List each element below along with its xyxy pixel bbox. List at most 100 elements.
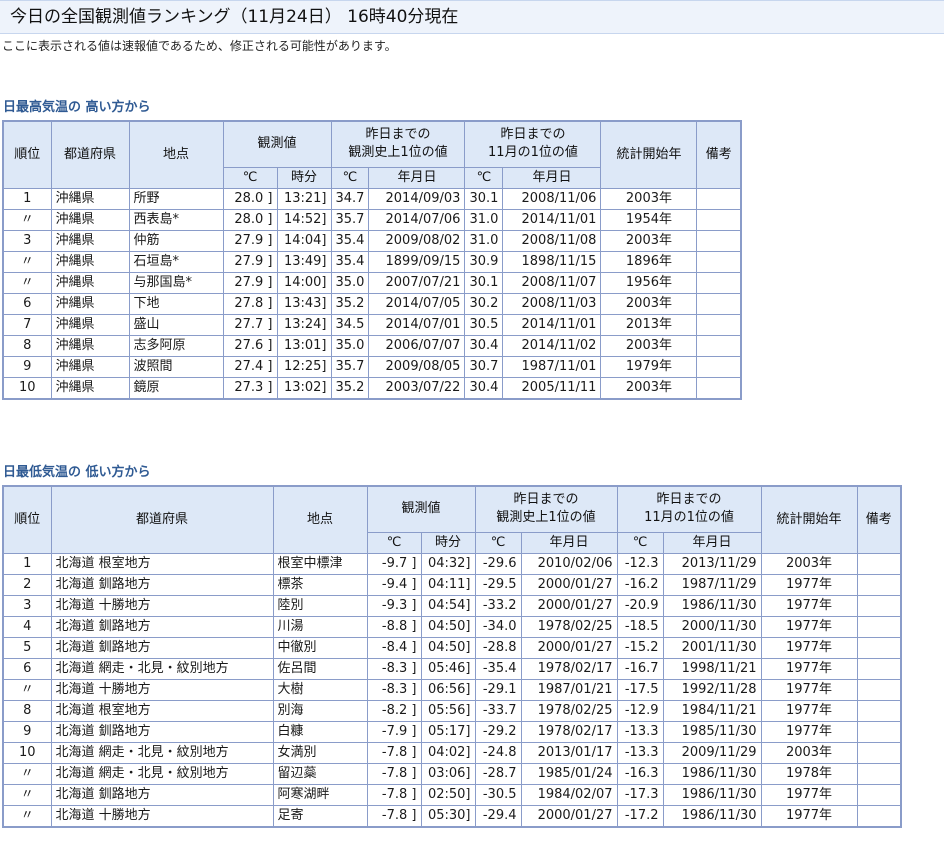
month-date-cell: 1998/11/21 <box>662 657 762 680</box>
obs-value-cell: 27.3 ] <box>222 376 278 399</box>
col-obs-header: 観測値 <box>366 485 476 533</box>
pref-cell: 北海道 網走・北見・紋別地方 <box>50 762 274 785</box>
table-row: 7 沖縄県 盛山 27.7 ] 13:24] 34.5 2014/07/01 30.5 2014… <box>2 313 742 336</box>
note-cell <box>856 636 902 659</box>
note-cell <box>696 355 742 378</box>
start-year-cell: 2003年 <box>600 187 698 210</box>
sub-celsius-header: ℃ <box>366 531 422 554</box>
rank-cell: 9 <box>2 720 52 743</box>
rank-cell: 8 <box>2 334 52 357</box>
col-record-header: 昨日までの 観測史上1位の値 <box>330 120 466 168</box>
note-cell <box>856 762 902 785</box>
point-cell: 別海 <box>272 699 368 722</box>
pref-cell: 北海道 十勝地方 <box>50 678 274 701</box>
obs-value-cell: -7.8 ] <box>366 741 422 764</box>
obs-time-cell: 13:01] <box>276 334 332 357</box>
record-date-cell: 2007/07/21 <box>368 271 466 294</box>
rank-cell: 1 <box>2 552 52 575</box>
sub-date-header: 年月日 <box>662 531 762 554</box>
table-row: 8 北海道 根室地方 別海 -8.2 ] 05:56] -33.7 1978/02/25 -1… <box>2 699 902 722</box>
start-year-cell: 1954年 <box>600 208 698 231</box>
table-row: 5 北海道 釧路地方 中徹別 -8.4 ] 04:50] -28.8 2000/01/27-… <box>2 636 902 659</box>
obs-time-cell: 05:46] <box>420 657 476 680</box>
record-value-cell: 35.0 <box>330 271 370 294</box>
sub-time-header: 時分 <box>276 166 332 189</box>
obs-time-cell: 13:24] <box>276 313 332 336</box>
col-month-header: 昨日までの 11月の1位の値 <box>464 120 602 168</box>
month-date-cell: 1985/11/30 <box>662 720 762 743</box>
month-value-cell: -17.3 <box>616 783 664 806</box>
record-value-cell: -29.4 <box>474 804 522 827</box>
start-year-cell: 2003年 <box>760 741 858 764</box>
obs-value-cell: 27.4 ] <box>222 355 278 378</box>
pref-cell: 北海道 根室地方 <box>50 699 274 722</box>
month-date-cell: 2008/11/07 <box>502 271 602 294</box>
rank-cell: 3 <box>2 229 52 252</box>
table-row: 1 沖縄県 所野 28.0 ] 13:21] 34.7 2014/09/03 30.1 2008… <box>2 187 742 210</box>
point-cell: 盛山 <box>128 313 224 336</box>
note-cell <box>856 741 902 764</box>
month-date-cell: 2008/11/03 <box>502 292 602 315</box>
record-date-cell: 1978/02/17 <box>520 657 618 680</box>
notice-text: ここに表示される値は速報値であるため、修正される可能性があります。 <box>2 39 397 53</box>
month-value-cell: 30.9 <box>464 250 504 273</box>
month-value-cell: -13.3 <box>616 741 664 764</box>
note-cell <box>856 657 902 680</box>
month-value-cell: -13.3 <box>616 720 664 743</box>
obs-time-cell: 05:30] <box>420 804 476 827</box>
point-cell: 波照間 <box>128 355 224 378</box>
table-row: 2 北海道 釧路地方 標茶 -9.4 ] 04:11] -29.5 2000/01/27 -1… <box>2 573 902 596</box>
title-bar: 今日の全国観測値ランキング（11月24日） 16時40分現在 <box>0 0 944 34</box>
rank-cell: 7 <box>2 313 52 336</box>
rank-cell: 〃 <box>2 271 52 294</box>
table-row: 6 沖縄県 下地 27.8 ] 13:43] 35.2 2014/07/05 30.2 2008… <box>2 292 742 315</box>
col-obs-header: 観測値 <box>222 120 332 168</box>
pref-cell: 沖縄県 <box>50 208 130 231</box>
rank-cell: 〃 <box>2 804 52 827</box>
start-year-cell: 1896年 <box>600 250 698 273</box>
month-value-cell: 30.5 <box>464 313 504 336</box>
obs-time-cell: 13:43] <box>276 292 332 315</box>
month-date-cell: 1992/11/28 <box>662 678 762 701</box>
obs-value-cell: 27.7 ] <box>222 313 278 336</box>
month-date-cell: 2008/11/08 <box>502 229 602 252</box>
start-year-cell: 2003年 <box>600 376 698 399</box>
record-value-cell: -35.4 <box>474 657 522 680</box>
month-value-cell: 30.4 <box>464 334 504 357</box>
record-date-cell: 2014/07/06 <box>368 208 466 231</box>
note-cell <box>696 250 742 273</box>
table-row: 〃北海道 釧路地方 阿寒湖畔 -7.8 ] 02:50] -30.5 1984/02/07… <box>2 783 902 806</box>
note-cell <box>856 720 902 743</box>
month-date-cell: 1986/11/30 <box>662 804 762 827</box>
table-row: 3 北海道 十勝地方 陸別 -9.3 ] 04:54] -33.2 2000/01/27 -2… <box>2 594 902 617</box>
record-value-cell: -34.0 <box>474 615 522 638</box>
pref-cell: 北海道 釧路地方 <box>50 615 274 638</box>
month-date-cell: 2013/11/29 <box>662 552 762 575</box>
month-value-cell: -16.7 <box>616 657 664 680</box>
record-header-line1: 昨日までの <box>365 127 431 143</box>
record-value-cell: -29.2 <box>474 720 522 743</box>
record-value-cell: -29.1 <box>474 678 522 701</box>
record-value-cell: -29.5 <box>474 573 522 596</box>
point-cell: 鏡原 <box>128 376 224 399</box>
col-pref-header: 都道府県 <box>50 120 130 189</box>
obs-time-cell: 12:25] <box>276 355 332 378</box>
record-date-cell: 2014/09/03 <box>368 187 466 210</box>
month-date-cell: 2009/11/29 <box>662 741 762 764</box>
record-date-cell: 2003/07/22 <box>368 376 466 399</box>
table-row: 3 沖縄県 仲筋 27.9 ] 14:04] 35.4 2009/08/02 31.0 2008… <box>2 229 742 252</box>
month-value-cell: 30.7 <box>464 355 504 378</box>
obs-value-cell: 27.8 ] <box>222 292 278 315</box>
pref-cell: 北海道 十勝地方 <box>50 804 274 827</box>
obs-time-cell: 02:50] <box>420 783 476 806</box>
record-value-cell: -29.6 <box>474 552 522 575</box>
record-value-cell: 35.2 <box>330 292 370 315</box>
sub-date-header: 年月日 <box>520 531 618 554</box>
sub-celsius-header: ℃ <box>222 166 278 189</box>
obs-value-cell: 28.0 ] <box>222 187 278 210</box>
month-value-cell: -15.2 <box>616 636 664 659</box>
pref-cell: 北海道 根室地方 <box>50 552 274 575</box>
month-date-cell: 2001/11/30 <box>662 636 762 659</box>
rank-cell: 〃 <box>2 762 52 785</box>
month-header-line1: 昨日までの <box>656 492 722 508</box>
